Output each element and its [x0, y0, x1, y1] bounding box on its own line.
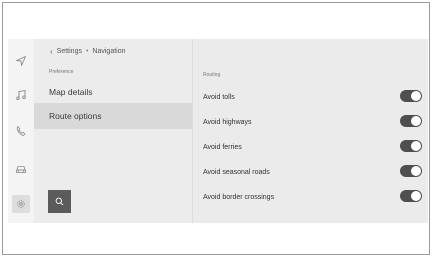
option-label: Avoid ferries [203, 143, 242, 151]
route-options-panel: Routing Avoid tolls Avoid highways Avoid… [193, 39, 428, 223]
avoid-border-crossings-toggle[interactable] [400, 190, 422, 202]
preference-section-label: Preference [49, 69, 74, 75]
avoid-tolls-toggle[interactable] [400, 90, 422, 102]
option-label: Avoid seasonal roads [203, 168, 270, 176]
settings-menu-panel: ‹ Settings • Navigation Preference Map d… [34, 39, 192, 223]
settings-gear-icon[interactable] [12, 195, 30, 213]
search-button[interactable] [48, 190, 71, 213]
menu-item-label: Map details [49, 87, 93, 97]
app-icon-bar [8, 39, 34, 223]
option-label: Avoid tolls [203, 93, 235, 101]
breadcrumb-parent[interactable]: Settings [57, 48, 82, 55]
infotainment-screen: ‹ Settings • Navigation Preference Map d… [8, 39, 428, 223]
routing-section-label: Routing [203, 72, 221, 78]
navigation-icon[interactable] [12, 52, 30, 70]
toggle-knob [411, 91, 421, 101]
breadcrumb-current: Navigation [92, 48, 126, 55]
option-row-avoid-tolls[interactable]: Avoid tolls [193, 85, 428, 109]
option-label: Avoid highways [203, 118, 252, 126]
search-icon [55, 197, 64, 206]
avoid-seasonal-roads-toggle[interactable] [400, 165, 422, 177]
avoid-highways-toggle[interactable] [400, 115, 422, 127]
music-icon[interactable] [12, 86, 30, 104]
menu-item-map-details[interactable]: Map details [34, 79, 192, 105]
avoid-ferries-toggle[interactable] [400, 140, 422, 152]
option-row-avoid-ferries[interactable]: Avoid ferries [193, 135, 428, 159]
chevron-left-icon[interactable]: ‹ [50, 47, 53, 56]
toggle-knob [411, 116, 421, 126]
breadcrumb: ‹ Settings • Navigation [50, 47, 126, 56]
option-row-avoid-seasonal-roads[interactable]: Avoid seasonal roads [193, 160, 428, 184]
menu-item-label: Route options [49, 111, 102, 121]
toggle-knob [411, 141, 421, 151]
breadcrumb-separator: • [85, 48, 89, 55]
menu-item-route-options[interactable]: Route options [34, 103, 192, 129]
toggle-knob [411, 166, 421, 176]
option-label: Avoid border crossings [203, 193, 275, 201]
phone-icon[interactable] [12, 122, 30, 140]
option-row-avoid-border-crossings[interactable]: Avoid border crossings [193, 185, 428, 209]
toggle-knob [411, 191, 421, 201]
car-icon[interactable] [12, 160, 30, 178]
option-row-avoid-highways[interactable]: Avoid highways [193, 110, 428, 134]
